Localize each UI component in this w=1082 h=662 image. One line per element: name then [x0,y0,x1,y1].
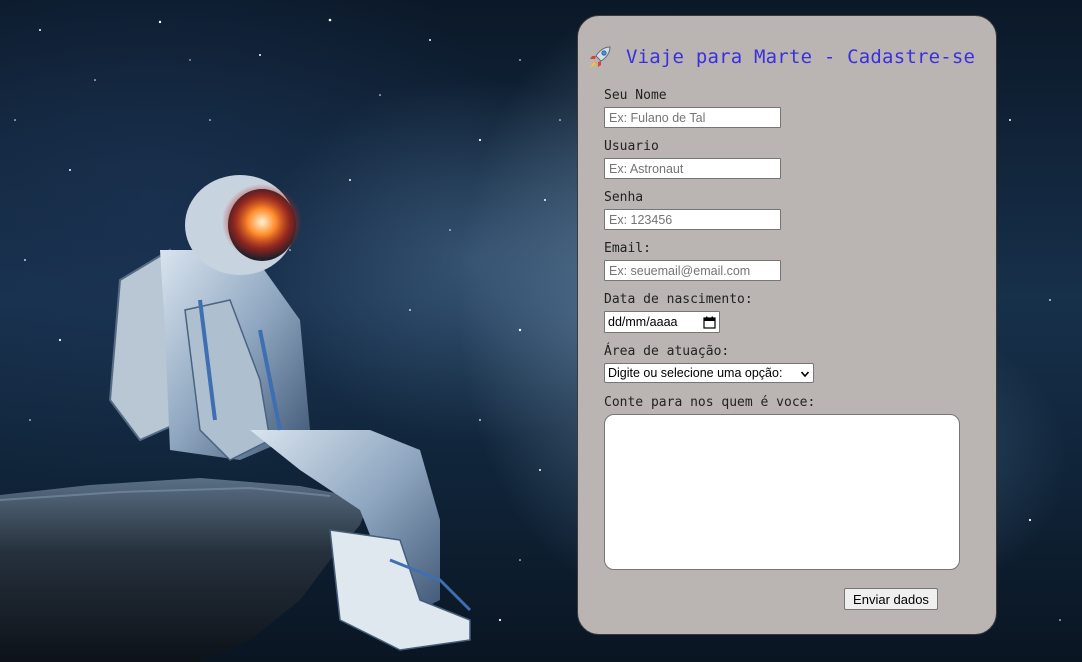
chevron-down-icon [800,368,810,378]
name-label: Seu Nome [604,88,667,103]
email-label: Email: [604,241,651,256]
birthdate-label: Data de nascimento: [604,292,753,307]
form-header: Viaje para Marte - Cadastre-se [588,44,975,70]
name-field-group: Seu Nome [604,88,781,128]
birthdate-input[interactable]: dd/mm/aaaa [604,311,720,333]
password-field-group: Senha [604,190,781,230]
rocket-icon [588,44,614,70]
birthdate-value: dd/mm/aaaa [608,315,678,329]
about-textarea[interactable] [604,414,960,570]
password-input[interactable] [604,209,781,230]
calendar-icon[interactable] [703,316,716,329]
area-label: Área de atuação: [604,344,730,359]
user-field-group: Usuario [604,139,781,179]
about-field-group: Conte para nos quem é voce: [604,395,960,570]
signup-form-card: Viaje para Marte - Cadastre-se Seu Nome … [577,15,997,635]
about-label: Conte para nos quem é voce: [604,395,816,410]
birthdate-field-group: Data de nascimento: dd/mm/aaaa [604,292,753,333]
email-input[interactable] [604,260,781,281]
user-label: Usuario [604,139,659,154]
name-input[interactable] [604,107,781,128]
username-input[interactable] [604,158,781,179]
submit-button[interactable]: Enviar dados [844,588,938,610]
area-field-group: Área de atuação: Digite ou selecione uma… [604,344,814,383]
email-field-group: Email: [604,241,781,281]
password-label: Senha [604,190,644,205]
area-select[interactable]: Digite ou selecione uma opção: [604,363,814,383]
area-selected-value: Digite ou selecione uma opção: [608,366,783,380]
page-title: Viaje para Marte - Cadastre-se [626,46,976,68]
